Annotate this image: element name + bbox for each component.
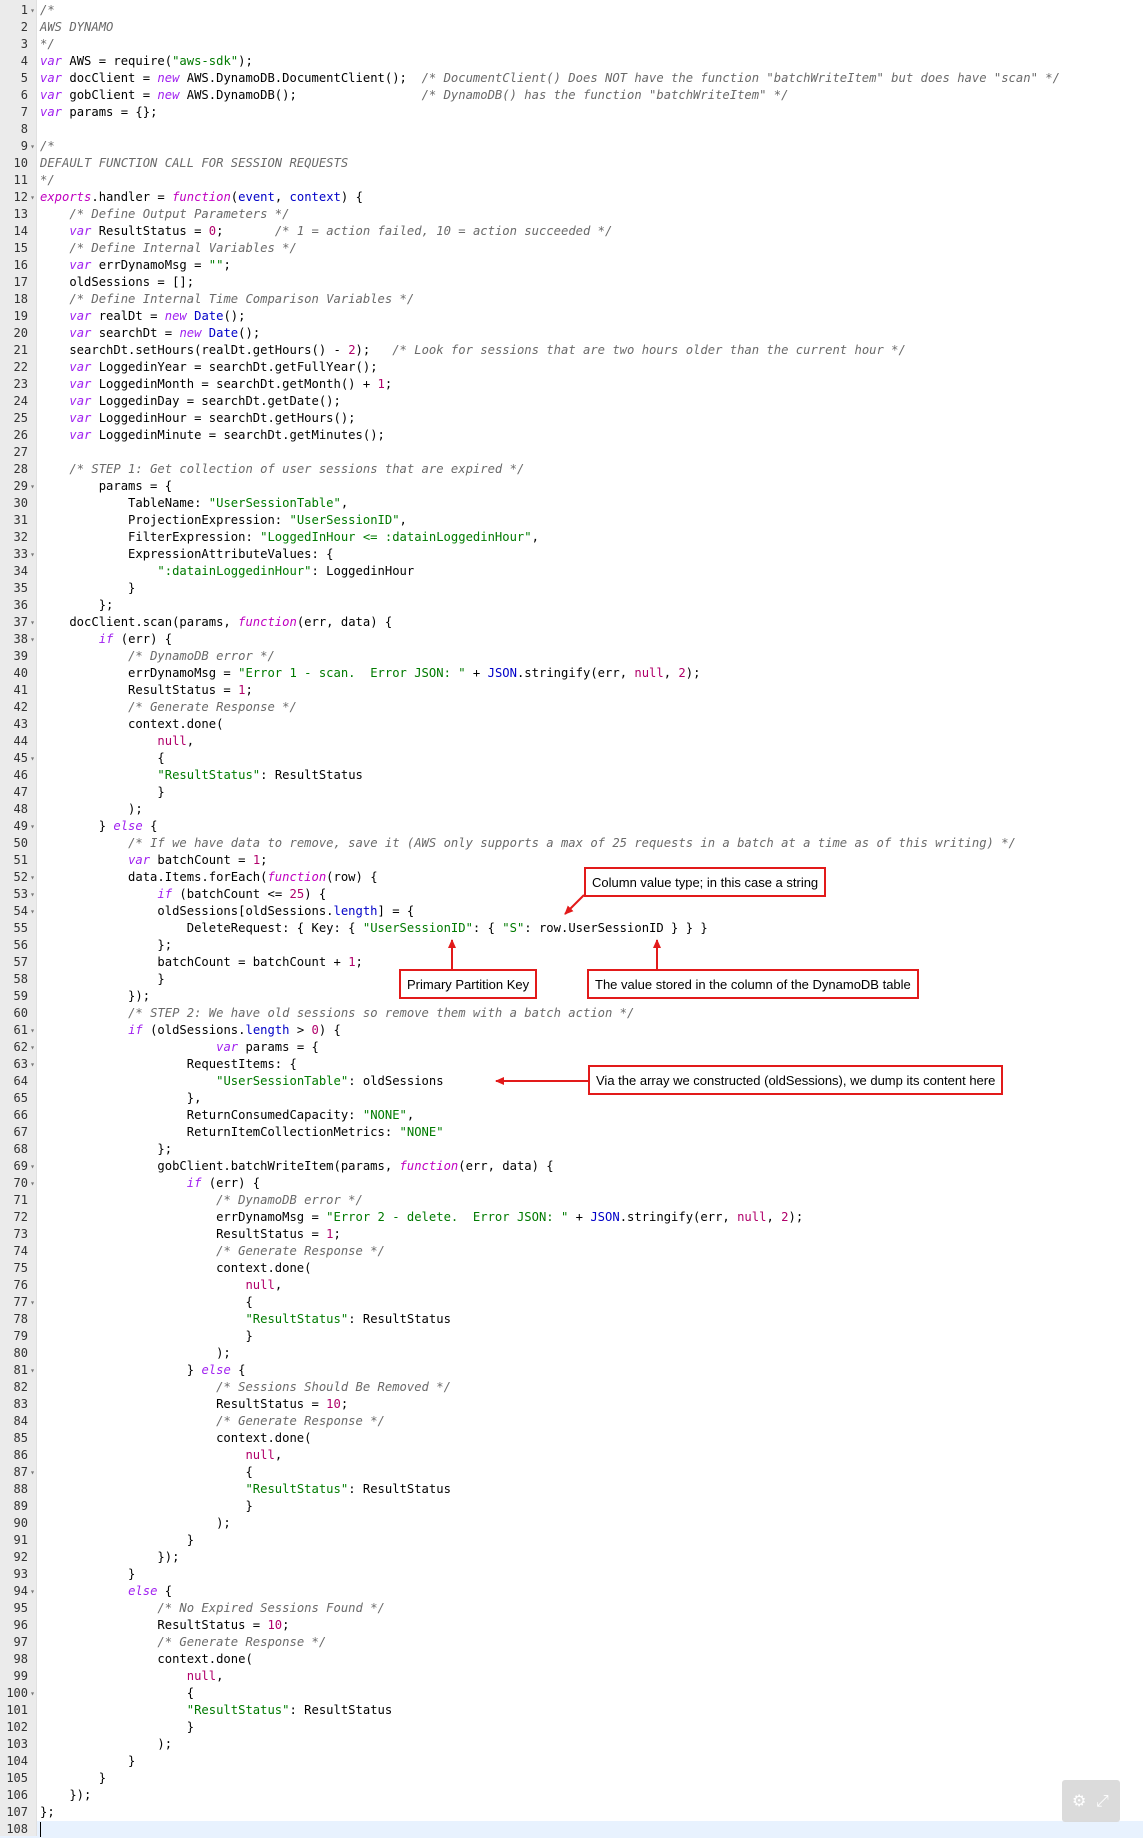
annotation-column-type: Column value type; in this case a string bbox=[584, 867, 827, 897]
gear-icon[interactable]: ⚙ bbox=[1072, 1791, 1086, 1811]
editor-toolbar: ⚙ ⤢ bbox=[1062, 1780, 1120, 1822]
code-editor[interactable]: 1 ▾ 2 3 4 5 6 7 8 9 ▾ 10 11 12 ▾ 13 14 15 16 17 18 19 20 21 22 23… bbox=[0, 0, 1143, 1838]
arrow-column-type bbox=[564, 894, 585, 915]
annotation-arrows bbox=[448, 894, 661, 1085]
expand-icon[interactable]: ⤢ bbox=[1096, 1791, 1109, 1811]
annotation-partition-key: Primary Partition Key bbox=[399, 969, 538, 999]
annotation-stored-value: The value stored in the column of the Dy… bbox=[587, 969, 919, 999]
annotation-array-dump: Via the array we constructed (oldSession… bbox=[588, 1065, 1004, 1095]
